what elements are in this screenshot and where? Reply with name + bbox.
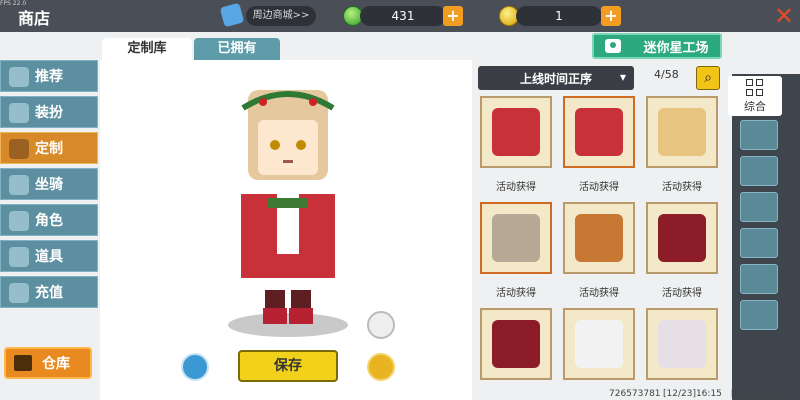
sidebar-item-mount[interactable]: 坐骑 [0, 168, 98, 200]
star-workshop-label: 迷你星工场 [643, 40, 709, 56]
item-card[interactable] [480, 96, 552, 168]
peripheral-mall-link[interactable]: 周边商城>> [246, 6, 316, 26]
sidebar-item-label: 定制 [35, 141, 63, 157]
trash-icon[interactable] [181, 353, 209, 381]
item-card[interactable] [563, 308, 635, 380]
save-button[interactable]: 保存 [238, 350, 338, 382]
warehouse-icon [14, 355, 32, 371]
search-button[interactable]: ⌕ [696, 66, 720, 90]
coat-thumbnail [575, 108, 623, 156]
sidebar-item-items[interactable]: 道具 [0, 240, 98, 272]
item-card[interactable] [480, 308, 552, 380]
mount-icon [9, 175, 29, 195]
tab-custom-library[interactable]: 定制库 [102, 38, 192, 60]
shopping-bag-icon [219, 2, 245, 28]
sidebar-item-label: 道具 [35, 249, 63, 265]
sidebar-item-label: 推荐 [35, 69, 63, 85]
add-gems-button[interactable]: + [443, 6, 463, 26]
sidebar-item-recharge[interactable]: 充值 [0, 276, 98, 308]
search-icon: ⌕ [704, 70, 712, 86]
wreath-hair-thumbnail [492, 214, 540, 262]
item-source-label: 活动获得 [662, 182, 702, 193]
item-card[interactable] [646, 202, 718, 274]
outfit-icon [9, 103, 29, 123]
sidebar-item-label: 装扮 [35, 105, 63, 121]
sidebar-item-outfit[interactable]: 装扮 [0, 96, 98, 128]
grid-icon [746, 79, 764, 97]
sidebar-item-label: 充值 [35, 285, 63, 301]
face-icon[interactable] [740, 156, 778, 186]
sidebar-item-character[interactable]: 角色 [0, 204, 98, 236]
unicorn-hat-thumbnail [658, 320, 706, 368]
item-card[interactable] [480, 202, 552, 274]
sidebar-item-label: 坐骑 [35, 177, 63, 193]
glove-icon[interactable] [740, 300, 778, 330]
item-card[interactable] [563, 96, 635, 168]
server-time: [12/23]16:15 [663, 389, 722, 399]
warehouse-label: 仓库 [42, 356, 70, 372]
item-icon [9, 247, 29, 267]
camera-icon [605, 39, 622, 53]
category-all[interactable]: 综合 [728, 76, 782, 116]
category-all-label: 综合 [744, 100, 766, 113]
hair-thumbnail [658, 108, 706, 156]
sort-label: 上线时间正序 [519, 71, 592, 86]
item-card[interactable] [646, 96, 718, 168]
page-title: 商店 [18, 9, 51, 28]
gem-counter: 431 [360, 6, 446, 26]
expression-icon[interactable] [740, 192, 778, 222]
gingerbread-thumbnail [575, 214, 623, 262]
item-source-label: 活动获得 [496, 288, 536, 299]
chevron-down-icon: ▾ [619, 70, 626, 84]
item-grid: 活动获得 活动获得 活动获得 活动获得 活动获得 活动获得 [480, 96, 720, 400]
sidebar-item-recommend[interactable]: 推荐 [0, 60, 98, 92]
sort-dropdown[interactable]: 上线时间正序 ▾ [478, 66, 634, 90]
top-bar: FPS 22.0 商店 周边商城>> 431 + 1 + ✕ [0, 0, 800, 32]
player-id: 726573781 [609, 389, 661, 399]
diamond-icon[interactable] [367, 311, 395, 339]
item-count: 4/58 [654, 68, 679, 81]
recommend-icon [9, 67, 29, 87]
sidebar-item-label: 角色 [35, 213, 63, 229]
item-source-label: 活动获得 [496, 182, 536, 193]
dress-thumbnail [492, 108, 540, 156]
shirt-icon[interactable] [740, 264, 778, 294]
close-button[interactable]: ✕ [770, 2, 798, 30]
recharge-icon [9, 283, 29, 303]
avatar-preview[interactable] [213, 80, 363, 340]
version-label: [11]0.40.10 [731, 389, 784, 399]
heart-icon[interactable] [367, 353, 395, 381]
coin-counter: 1 [516, 6, 602, 26]
item-source-label: 活动获得 [579, 288, 619, 299]
item-source-label: 活动获得 [579, 182, 619, 193]
history-icon[interactable] [740, 120, 778, 150]
sidebar-item-custom[interactable]: 定制 [0, 132, 98, 164]
mask-icon[interactable] [740, 228, 778, 258]
add-coins-button[interactable]: + [601, 6, 621, 26]
category-rightbar [732, 74, 800, 400]
item-source-label: 活动获得 [662, 288, 702, 299]
tab-owned[interactable]: 已拥有 [194, 38, 280, 60]
red-boots-thumbnail [492, 320, 540, 368]
boots-thumbnail [658, 214, 706, 262]
custom-icon [9, 139, 29, 159]
star-workshop-button[interactable]: 迷你星工场 [592, 33, 722, 59]
character-icon [9, 211, 29, 231]
outfit-set-thumbnail [575, 320, 623, 368]
item-card[interactable] [563, 202, 635, 274]
warehouse-button[interactable]: 仓库 [4, 347, 92, 379]
item-card[interactable] [646, 308, 718, 380]
